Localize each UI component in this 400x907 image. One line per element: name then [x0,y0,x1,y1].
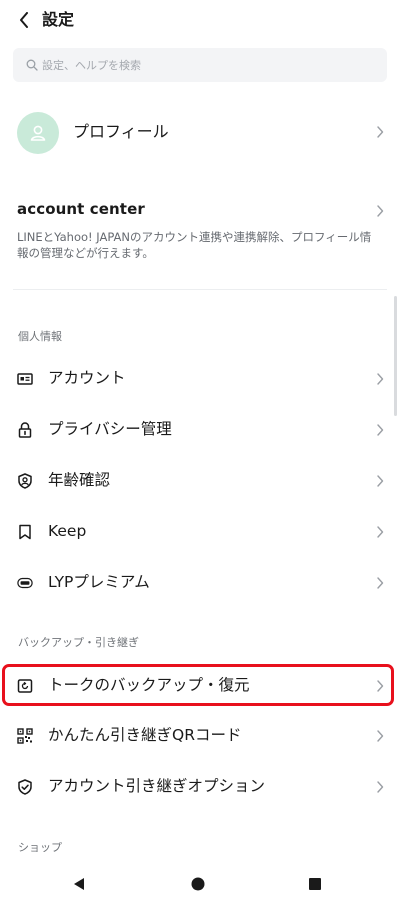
chevron-right-icon [376,373,384,385]
section-title-personal-info: 個人情報 [18,330,62,343]
account-center-title: account center [17,200,145,218]
settings-screen: 設定 プロフィール account center LINEとYahoo! JAP… [0,0,400,907]
nav-back-button[interactable] [70,876,88,892]
shield-check-icon [17,779,33,795]
page-title: 設定 [42,10,75,29]
settings-item-lyp-premium[interactable]: LYPプレミアム [0,558,400,608]
chevron-right-icon [376,526,384,538]
chevron-right-icon [376,577,384,589]
settings-item-keep[interactable]: Keep [0,507,400,557]
square-recents-icon [309,878,321,890]
divider [13,289,387,290]
highlight-box [2,664,394,706]
chevron-left-icon [20,12,28,28]
system-navigation-bar [0,860,400,907]
settings-item-age-verification[interactable]: 年齢確認 [0,456,400,506]
chevron-right-icon [376,781,384,793]
settings-item-label: プライバシー管理 [48,420,172,438]
chevron-right-icon [376,126,384,138]
settings-item-account[interactable]: アカウント [0,354,400,404]
section-title-shop: ショップ [18,841,62,854]
avatar [17,112,59,154]
settings-item-label: 年齢確認 [48,471,111,489]
bookmark-icon [17,524,33,540]
lock-icon [17,422,33,438]
settings-item-label: アカウント [48,369,126,387]
settings-item-transfer-options[interactable]: アカウント引き継ぎオプション [0,762,400,812]
nav-home-button[interactable] [189,876,207,892]
lyp-badge-icon [17,575,33,591]
settings-item-label: かんたん引き継ぎQRコード [48,726,242,744]
account-card-icon [17,371,33,387]
section-title-backup: バックアップ・引き継ぎ [18,636,139,649]
qr-code-icon [17,728,33,744]
profile-row[interactable]: プロフィール [0,104,400,160]
profile-label: プロフィール [73,122,169,141]
search-icon [26,59,38,71]
age-shield-icon [17,473,33,489]
circle-home-icon [191,877,205,891]
account-center-description: LINEとYahoo! JAPANのアカウント連携や連携解除、プロフィール情報の… [17,230,372,260]
settings-item-label: LYPプレミアム [48,573,150,591]
settings-item-qr-transfer[interactable]: かんたん引き継ぎQRコード [0,711,400,761]
person-icon [30,125,46,141]
account-center-row[interactable]: account center LINEとYahoo! JAPANのアカウント連携… [0,192,400,272]
chevron-right-icon [376,205,384,217]
settings-item-label: Keep [48,522,87,540]
chevron-right-icon [376,424,384,436]
chevron-right-icon [376,475,384,487]
settings-item-privacy[interactable]: プライバシー管理 [0,405,400,455]
chevron-right-icon [376,730,384,742]
triangle-back-icon [74,878,84,890]
header: 設定 [0,0,400,42]
search-bar[interactable] [13,48,387,82]
search-input[interactable] [42,58,372,72]
back-button[interactable] [12,6,36,34]
nav-recents-button[interactable] [306,876,324,892]
settings-item-label: アカウント引き継ぎオプション [48,777,266,795]
